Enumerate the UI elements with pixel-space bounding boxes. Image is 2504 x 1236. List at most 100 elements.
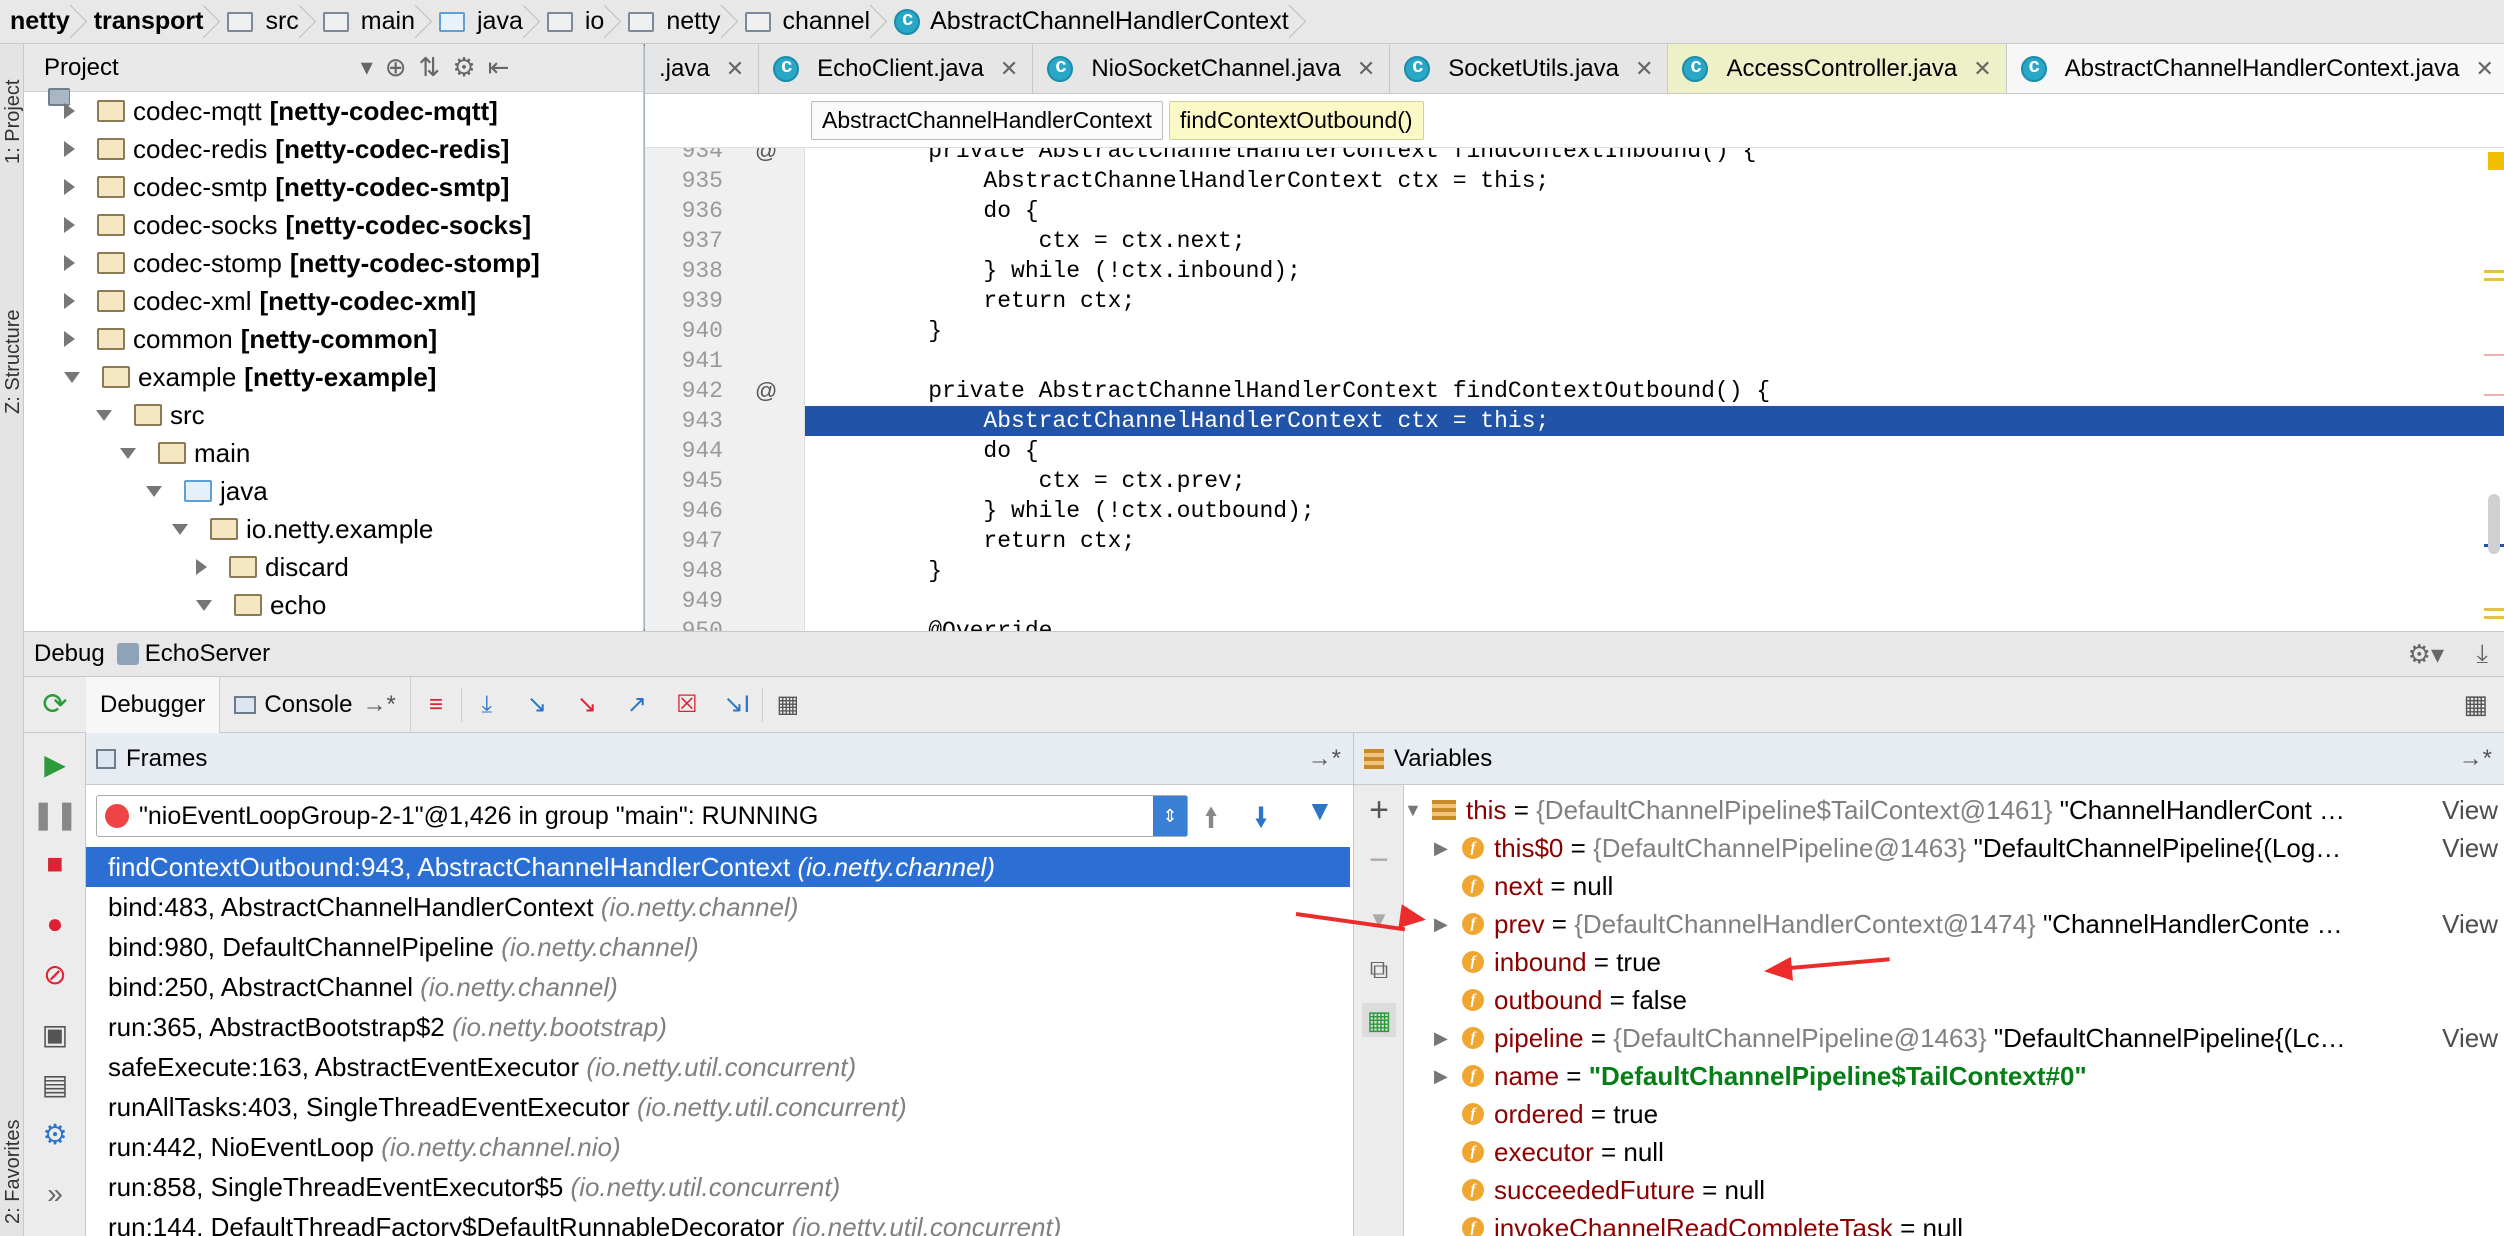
pin-icon[interactable]: →* bbox=[2459, 745, 2492, 773]
close-icon[interactable]: ✕ bbox=[1357, 56, 1375, 82]
pause-icon[interactable]: ❚❚ bbox=[32, 797, 79, 831]
chevron-right-icon[interactable]: ▶ bbox=[1434, 1057, 1462, 1095]
restore-layout-icon[interactable]: ▦ bbox=[2463, 689, 2488, 720]
debug-session-tab[interactable]: EchoServer bbox=[145, 640, 270, 668]
editor-tab[interactable]: NioSocketChannel.java ✕ bbox=[1033, 44, 1391, 93]
get-thread-dump-icon[interactable]: ▣ bbox=[38, 1017, 72, 1051]
variable-row[interactable]: ▶ f this$0 = {DefaultChannelPipeline@1463}… bbox=[1434, 829, 2504, 867]
code-line[interactable]: 935 AbstractChannelHandlerContext ctx = … bbox=[645, 166, 2504, 196]
editor-tab[interactable]: AbstractChannelHandlerContext.java ✕ bbox=[2006, 44, 2504, 93]
code-line[interactable]: 939 return ctx; bbox=[645, 286, 2504, 316]
tree-item[interactable]: codec-xml [netty-codec-xml] bbox=[24, 282, 643, 320]
code-line[interactable]: 950 @Override bbox=[645, 616, 2504, 631]
code-line[interactable]: 944 do { bbox=[645, 436, 2504, 466]
code-editor[interactable]: 934 @ private AbstractChannelHandlerConte… bbox=[645, 148, 2504, 631]
view-breakpoints-icon[interactable]: ● bbox=[38, 907, 72, 941]
stack-frame[interactable]: runAllTasks:403, SingleThreadEventExecut… bbox=[86, 1087, 1354, 1127]
resume-icon[interactable]: ▶ bbox=[38, 747, 72, 781]
chevron-right-icon[interactable]: ▶ bbox=[1434, 829, 1462, 867]
project-view-selector[interactable]: Project bbox=[44, 54, 119, 82]
step-into-icon[interactable]: ↘ bbox=[522, 690, 552, 720]
settings-icon[interactable]: ⚙ bbox=[38, 1117, 72, 1151]
hide-panel-icon[interactable]: ⇤ bbox=[488, 52, 510, 83]
tree-item[interactable]: codec-mqtt [netty-codec-mqtt] bbox=[24, 92, 643, 130]
stack-frame[interactable]: safeExecute:163, AbstractEventExecutor (… bbox=[86, 1047, 1354, 1087]
stop-icon[interactable]: ■ bbox=[38, 847, 72, 881]
chevron-right-icon[interactable] bbox=[64, 217, 75, 233]
code-line[interactable]: 949 bbox=[645, 586, 2504, 616]
watches-toggle-icon[interactable]: ▦ bbox=[1362, 1003, 1396, 1037]
code-line[interactable]: 946 } while (!ctx.outbound); bbox=[645, 496, 2504, 526]
chevron-down-icon[interactable] bbox=[196, 599, 212, 611]
variable-row[interactable]: f invokeChannelReadCompleteTask = null bbox=[1434, 1209, 2504, 1236]
tab-debugger[interactable]: Debugger bbox=[86, 676, 221, 733]
thread-selector[interactable]: "nioEventLoopGroup-2-1"@1,426 in group "… bbox=[96, 795, 1188, 837]
error-stripe-mark[interactable] bbox=[2484, 616, 2504, 619]
next-frame-icon[interactable]: 🠛 bbox=[1254, 797, 1268, 845]
variable-row[interactable]: ▶ f prev = {DefaultChannelHandlerContext@1… bbox=[1434, 905, 2504, 943]
chevron-down-icon[interactable] bbox=[64, 371, 80, 383]
code-line[interactable]: 948 } bbox=[645, 556, 2504, 586]
chevron-right-icon[interactable] bbox=[64, 141, 75, 157]
chevron-right-icon[interactable] bbox=[196, 559, 207, 575]
editor-tab[interactable]: EchoClient.java ✕ bbox=[759, 44, 1034, 93]
code-line[interactable]: 941 bbox=[645, 346, 2504, 376]
variable-row[interactable]: f outbound = false bbox=[1434, 981, 2504, 1019]
close-icon[interactable]: ✕ bbox=[1635, 56, 1653, 82]
code-line[interactable]: 943 AbstractChannelHandlerContext ctx = … bbox=[645, 406, 2504, 436]
error-stripe-mark[interactable] bbox=[2484, 270, 2504, 273]
tree-item[interactable]: common [netty-common] bbox=[24, 320, 643, 358]
filter-icon[interactable]: ▼ bbox=[1306, 795, 1334, 827]
chevron-right-icon[interactable]: ▶ bbox=[1434, 905, 1462, 943]
variable-row[interactable]: ▼ this = {DefaultChannelPipeline$TailCont… bbox=[1404, 791, 2504, 829]
editor-crumb-method[interactable]: findContextOutbound() bbox=[1168, 101, 1424, 140]
tree-item[interactable]: discard bbox=[24, 548, 643, 586]
chevron-down-icon[interactable]: ▾ bbox=[361, 53, 373, 82]
project-tool-button[interactable]: 1: Project bbox=[2, 80, 25, 164]
variable-row[interactable]: f succeededFuture = null bbox=[1434, 1171, 2504, 1209]
tree-item[interactable]: echo bbox=[24, 586, 643, 624]
code-line[interactable]: 945 ctx = ctx.prev; bbox=[645, 466, 2504, 496]
variable-row[interactable]: ▶ f pipeline = {DefaultChannelPipeline@146… bbox=[1434, 1019, 2504, 1057]
override-marker-icon[interactable]: @ bbox=[755, 148, 777, 166]
chevron-right-icon[interactable] bbox=[64, 179, 75, 195]
chevron-right-icon[interactable] bbox=[64, 255, 75, 271]
variable-row[interactable]: f next = null bbox=[1434, 867, 2504, 905]
crumb-netty-pkg[interactable]: netty bbox=[618, 0, 734, 44]
code-line[interactable]: 940 } bbox=[645, 316, 2504, 346]
favorites-tool-button[interactable]: 2: Favorites bbox=[2, 1120, 25, 1224]
variable-row[interactable]: f ordered = true bbox=[1434, 1095, 2504, 1133]
add-watch-icon[interactable]: + bbox=[1362, 791, 1396, 829]
chevron-down-icon[interactable] bbox=[96, 409, 112, 421]
override-marker-icon[interactable]: @ bbox=[755, 376, 777, 406]
chevron-down-icon[interactable] bbox=[120, 447, 136, 459]
variable-row[interactable]: ▶ f name = "DefaultChannelPipeline$TailCon… bbox=[1434, 1057, 2504, 1095]
stack-frame[interactable]: bind:980, DefaultChannelPipeline (io.net… bbox=[86, 927, 1354, 967]
step-over-icon[interactable]: ⤓ bbox=[472, 690, 502, 720]
force-step-into-icon[interactable]: ↘ bbox=[572, 690, 602, 720]
crumb-channel[interactable]: channel bbox=[735, 0, 885, 44]
scroll-from-source-icon[interactable]: ⊕ bbox=[385, 52, 407, 83]
gear-icon[interactable]: ⚙ bbox=[452, 52, 475, 83]
copy-icon[interactable]: ⧉ bbox=[1362, 953, 1396, 987]
collapse-all-icon[interactable]: ⇅ bbox=[419, 52, 441, 83]
editor-tab[interactable]: .java ✕ bbox=[645, 44, 760, 93]
stack-frame[interactable]: run:365, AbstractBootstrap$2 (io.netty.b… bbox=[86, 1007, 1354, 1047]
view-link[interactable]: View bbox=[2434, 1019, 2498, 1057]
crumb-src[interactable]: src bbox=[217, 0, 312, 44]
error-stripe-mark[interactable] bbox=[2484, 608, 2504, 611]
restore-layout-icon[interactable]: ▤ bbox=[38, 1067, 72, 1101]
step-out-icon[interactable]: ↗ bbox=[622, 690, 652, 720]
structure-tool-button[interactable]: Z: Structure bbox=[2, 310, 25, 414]
show-execution-point-icon[interactable]: ≡ bbox=[421, 690, 451, 720]
drop-frame-icon[interactable]: ☒ bbox=[672, 690, 702, 720]
chevron-right-icon[interactable] bbox=[64, 293, 75, 309]
tree-item[interactable]: java bbox=[24, 472, 643, 510]
gear-icon[interactable]: ⚙▾ bbox=[2408, 639, 2444, 670]
error-stripe-mark[interactable] bbox=[2484, 394, 2504, 396]
code-line[interactable]: 942 @ private AbstractChannelHandlerConte… bbox=[645, 376, 2504, 406]
tree-item[interactable]: codec-smtp [netty-codec-smtp] bbox=[24, 168, 643, 206]
chevron-down-icon[interactable] bbox=[172, 523, 188, 535]
editor-scrollbar[interactable] bbox=[2488, 494, 2500, 554]
more-icon[interactable]: » bbox=[38, 1177, 72, 1211]
